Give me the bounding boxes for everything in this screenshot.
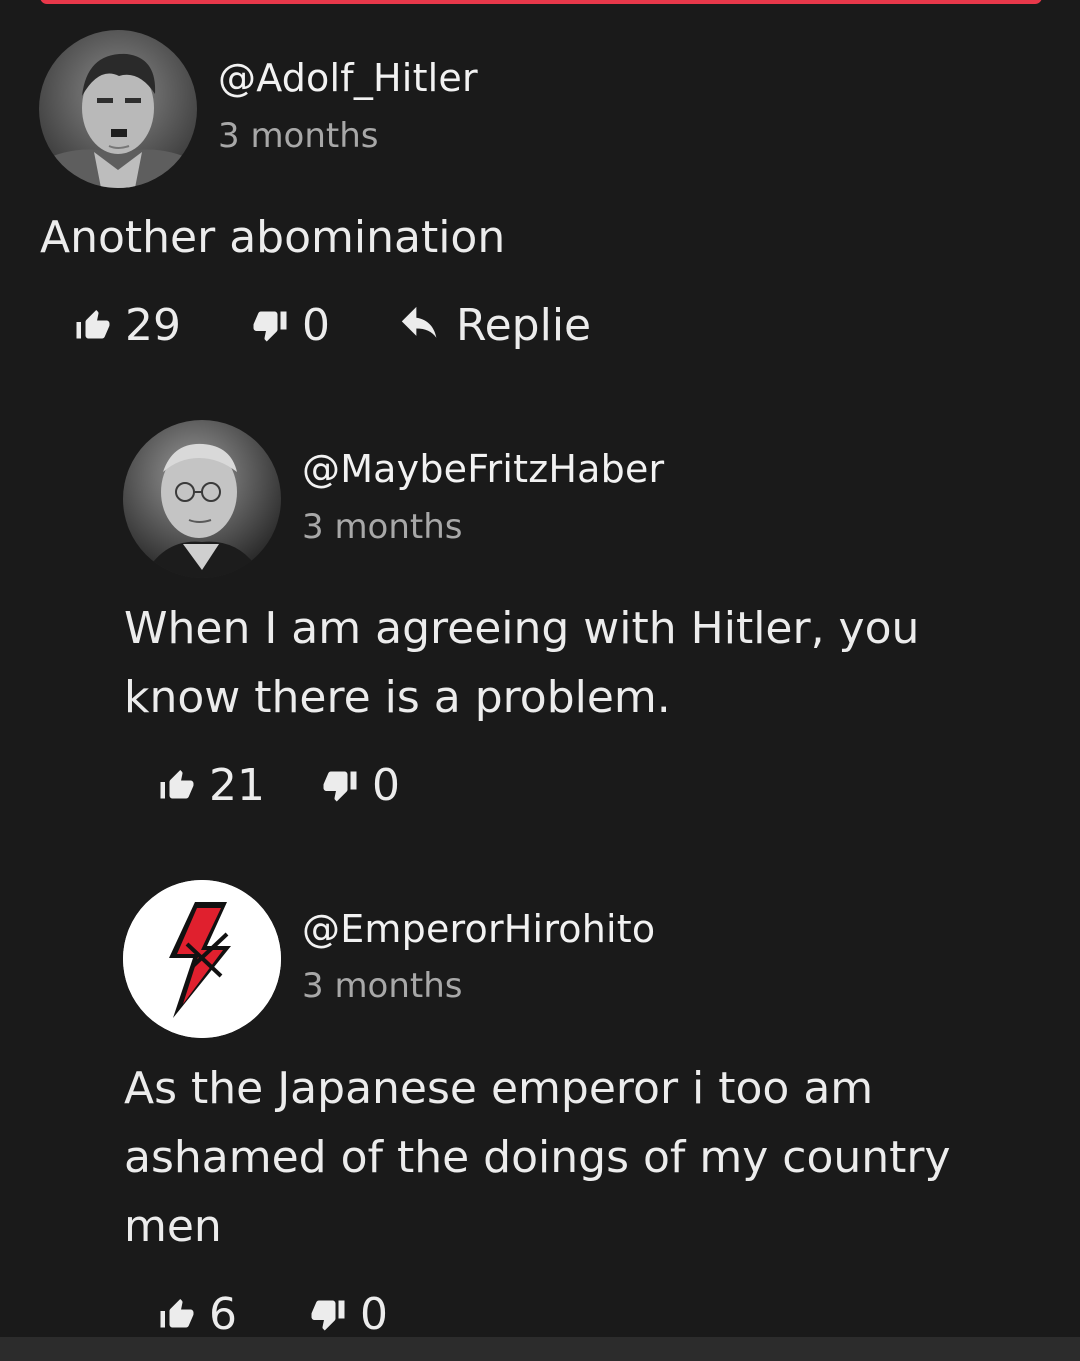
comment-text: When I am agreeing with Hitler, you know… xyxy=(124,603,920,723)
comment-text: As the Japanese emperor i too am ashamed… xyxy=(124,1063,951,1252)
thumbs-up-icon xyxy=(159,1296,195,1332)
comment: @Adolf_Hitler 3 months Another abominati… xyxy=(0,0,1080,400)
username[interactable]: @EmperorHirohito xyxy=(302,907,655,951)
reply-label: Replie xyxy=(456,299,592,351)
avatar[interactable] xyxy=(39,30,197,188)
dislike-count: 0 xyxy=(302,299,330,351)
profile-photo-icon xyxy=(123,420,281,578)
username[interactable]: @Adolf_Hitler xyxy=(218,56,478,100)
red-lightning-logo-icon xyxy=(123,880,281,1038)
timestamp: 3 months xyxy=(302,966,463,1006)
timestamp: 3 months xyxy=(302,507,463,547)
dislike-button[interactable]: 0 xyxy=(310,1286,388,1342)
like-count: 29 xyxy=(125,299,181,351)
thumbs-down-icon xyxy=(252,307,288,343)
reply-arrow-icon xyxy=(398,305,442,345)
username[interactable]: @MaybeFritzHaber xyxy=(302,447,664,491)
reply-button[interactable]: Replie xyxy=(398,297,591,353)
dislike-count: 0 xyxy=(372,759,400,811)
thumbs-down-icon xyxy=(322,767,358,803)
bottom-bar xyxy=(0,1337,1080,1361)
like-count: 21 xyxy=(209,759,265,811)
thumbs-up-icon xyxy=(159,767,195,803)
thumbs-up-icon xyxy=(75,307,111,343)
profile-photo-icon xyxy=(39,30,197,188)
like-button[interactable]: 21 xyxy=(159,757,265,813)
like-count: 6 xyxy=(209,1288,237,1340)
dislike-button[interactable]: 0 xyxy=(252,297,330,353)
thumbs-down-icon xyxy=(310,1296,346,1332)
comment-text: Another abomination xyxy=(40,212,506,263)
like-button[interactable]: 6 xyxy=(159,1286,237,1342)
dislike-count: 0 xyxy=(360,1288,388,1340)
avatar[interactable] xyxy=(123,880,281,1038)
avatar[interactable] xyxy=(123,420,281,578)
like-button[interactable]: 29 xyxy=(75,297,181,353)
timestamp: 3 months xyxy=(218,116,379,156)
dislike-button[interactable]: 0 xyxy=(322,757,400,813)
